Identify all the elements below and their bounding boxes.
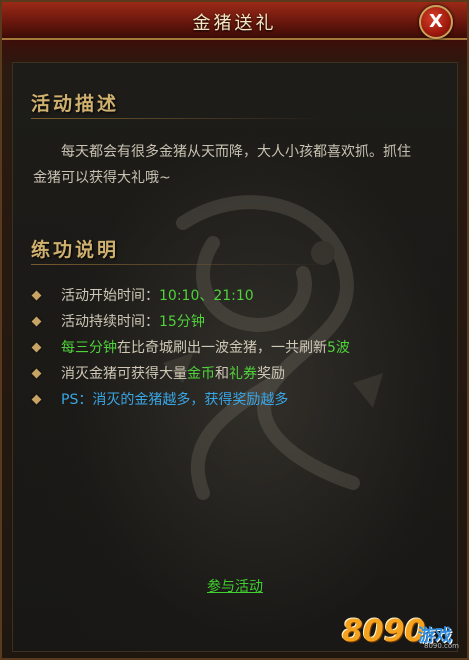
diamond-bullet-icon (31, 316, 42, 327)
rule-text-segment: 10:10、21:10 (159, 288, 254, 304)
rule-text-segment: 金币 (187, 366, 215, 382)
description-section-title: 活动描述 (31, 93, 120, 115)
rule-text-segment: 5波 (327, 340, 350, 356)
rule-text-segment: 消灭金猪可获得大量 (61, 366, 187, 382)
watermark-url: 8090.com (424, 642, 459, 650)
rule-text-segment: 每三分钟 (61, 340, 117, 356)
close-button[interactable]: X (419, 5, 453, 39)
title-bar[interactable]: 金猪送礼 X (2, 2, 467, 40)
window-title: 金猪送礼 (192, 13, 277, 34)
rule-text-segment: 礼券 (229, 366, 257, 382)
diamond-bullet-icon (31, 342, 42, 353)
rule-item: 消灭金猪可获得大量金币和礼券奖励 (31, 361, 350, 387)
diamond-bullet-icon (31, 368, 42, 379)
rule-text-segment: 奖励 (257, 366, 285, 382)
rule-text-segment: 在比奇城刷出一波金猪，一共刷新 (117, 340, 327, 356)
watermark-number: 8090 (342, 614, 426, 649)
rule-item: 活动持续时间：15分钟 (31, 309, 350, 335)
join-event-link[interactable]: 参与活动 (13, 576, 457, 596)
site-watermark: 8090 游戏 8090.com (342, 612, 462, 656)
rule-text-segment: 活动持续时间： (61, 314, 159, 330)
rule-text-segment: 和 (215, 366, 229, 382)
rule-text-segment: 活动开始时间： (61, 288, 159, 304)
description-divider (31, 118, 331, 119)
rule-item: 每三分钟在比奇城刷出一波金猪，一共刷新5波 (31, 335, 350, 361)
event-window: 金猪送礼 X 活动描述 每天都会有很多金猪从天而降，大人小孩都喜欢抓。抓住金猪可… (0, 0, 469, 660)
rule-item: 活动开始时间：10:10、21:10 (31, 283, 350, 309)
diamond-bullet-icon (31, 290, 42, 301)
rules-list: 活动开始时间：10:10、21:10 活动持续时间：15分钟 每三分钟在比奇城刷出一… (31, 283, 350, 413)
rules-section-title: 练功说明 (31, 239, 120, 261)
description-text: 每天都会有很多金猪从天而降，大人小孩都喜欢抓。抓住金猪可以获得大礼哦~ (33, 144, 411, 186)
rules-divider (31, 264, 331, 265)
close-icon: X (429, 11, 443, 32)
content-area: 活动描述 每天都会有很多金猪从天而降，大人小孩都喜欢抓。抓住金猪可以获得大礼哦~… (12, 62, 458, 652)
rule-text-segment: 15分钟 (159, 314, 205, 330)
rule-item: PS：消灭的金猪越多，获得奖励越多 (31, 387, 350, 413)
rule-text-segment: PS：消灭的金猪越多，获得奖励越多 (61, 392, 289, 408)
diamond-bullet-icon (31, 394, 42, 405)
